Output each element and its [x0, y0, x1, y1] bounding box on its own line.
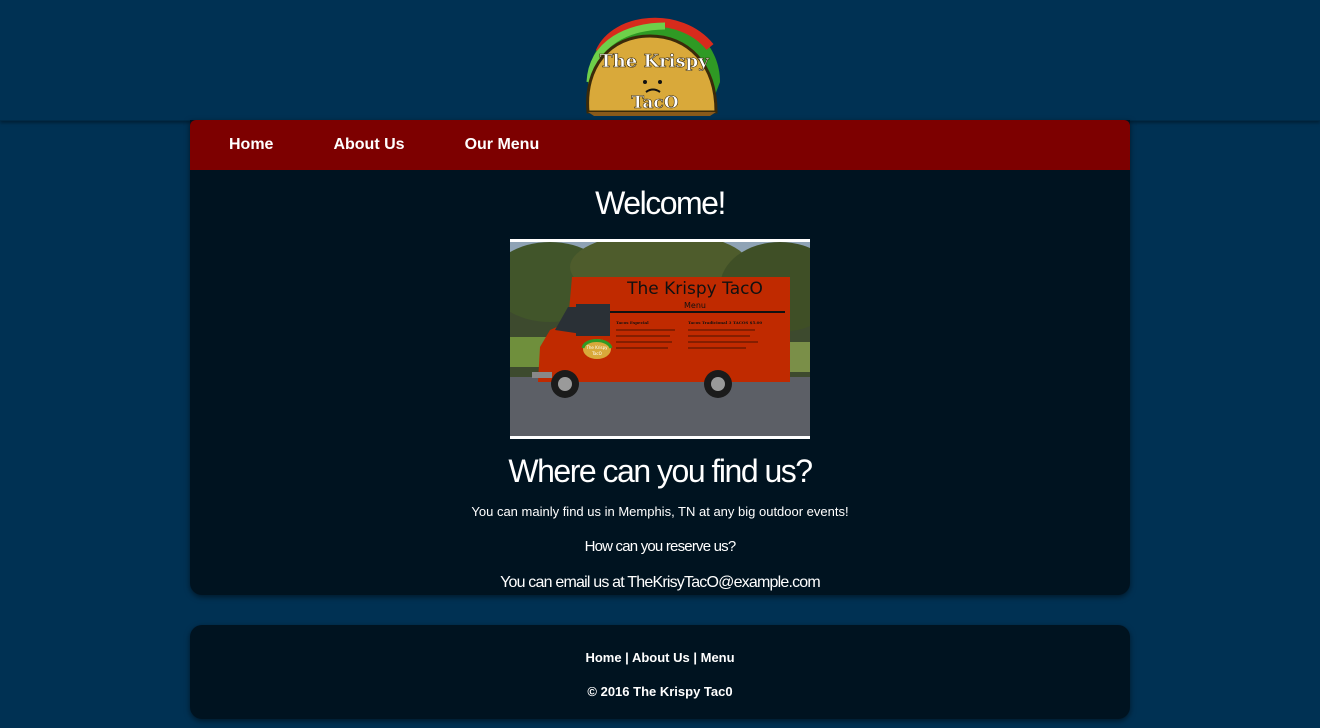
footer-separator: |	[689, 650, 701, 665]
footer-copyright: © 2016 The Krispy Tac0	[587, 684, 733, 699]
svg-text:The Krispy TacO: The Krispy TacO	[626, 279, 763, 299]
food-truck-image: The Krispy TacO Menu Tacos Especial Taco…	[510, 239, 810, 439]
svg-text:Menu: Menu	[684, 301, 706, 310]
reserve-email-text: You can email us at TheKrisyTacO@example…	[500, 574, 821, 591]
site-footer: Home | About Us | Menu © 2016 The Krispy…	[190, 625, 1130, 719]
svg-text:The Krispy: The Krispy	[599, 51, 709, 72]
taco-logo[interactable]: The Krispy TacO	[570, 12, 730, 118]
welcome-heading: Welcome!	[595, 185, 726, 221]
nav-about-us[interactable]: About Us	[333, 136, 404, 154]
footer-nav: Home | About Us | Menu	[190, 625, 1130, 666]
svg-text:TacO: TacO	[631, 93, 678, 113]
footer-link-menu[interactable]: Menu	[701, 650, 735, 665]
main-content: Welcome! The Krispy TacO Menu Tacos Espe…	[190, 170, 1130, 593]
find-us-text: You can mainly find us in Memphis, TN at…	[471, 504, 849, 519]
main-panel: Home About Us Our Menu Welcome! The Kris…	[190, 120, 1130, 595]
svg-text:TacO: TacO	[591, 351, 602, 356]
nav-home[interactable]: Home	[229, 136, 273, 154]
svg-text:Tacos Tradicional 3 TACOS $5.0: Tacos Tradicional 3 TACOS $5.00	[688, 320, 762, 325]
reserve-question: How can you reserve us?	[584, 538, 737, 555]
nav-our-menu[interactable]: Our Menu	[465, 136, 540, 154]
svg-text:The Krispy: The Krispy	[585, 345, 608, 350]
footer-separator: |	[621, 650, 632, 665]
find-us-heading: Where can you find us?	[508, 453, 813, 489]
footer-link-home[interactable]: Home	[585, 650, 621, 665]
site-header: The Krispy TacO	[0, 0, 1320, 121]
main-nav: Home About Us Our Menu	[190, 120, 1130, 170]
footer-link-about-us[interactable]: About Us	[632, 650, 690, 665]
svg-text:Tacos Especial: Tacos Especial	[616, 320, 649, 325]
